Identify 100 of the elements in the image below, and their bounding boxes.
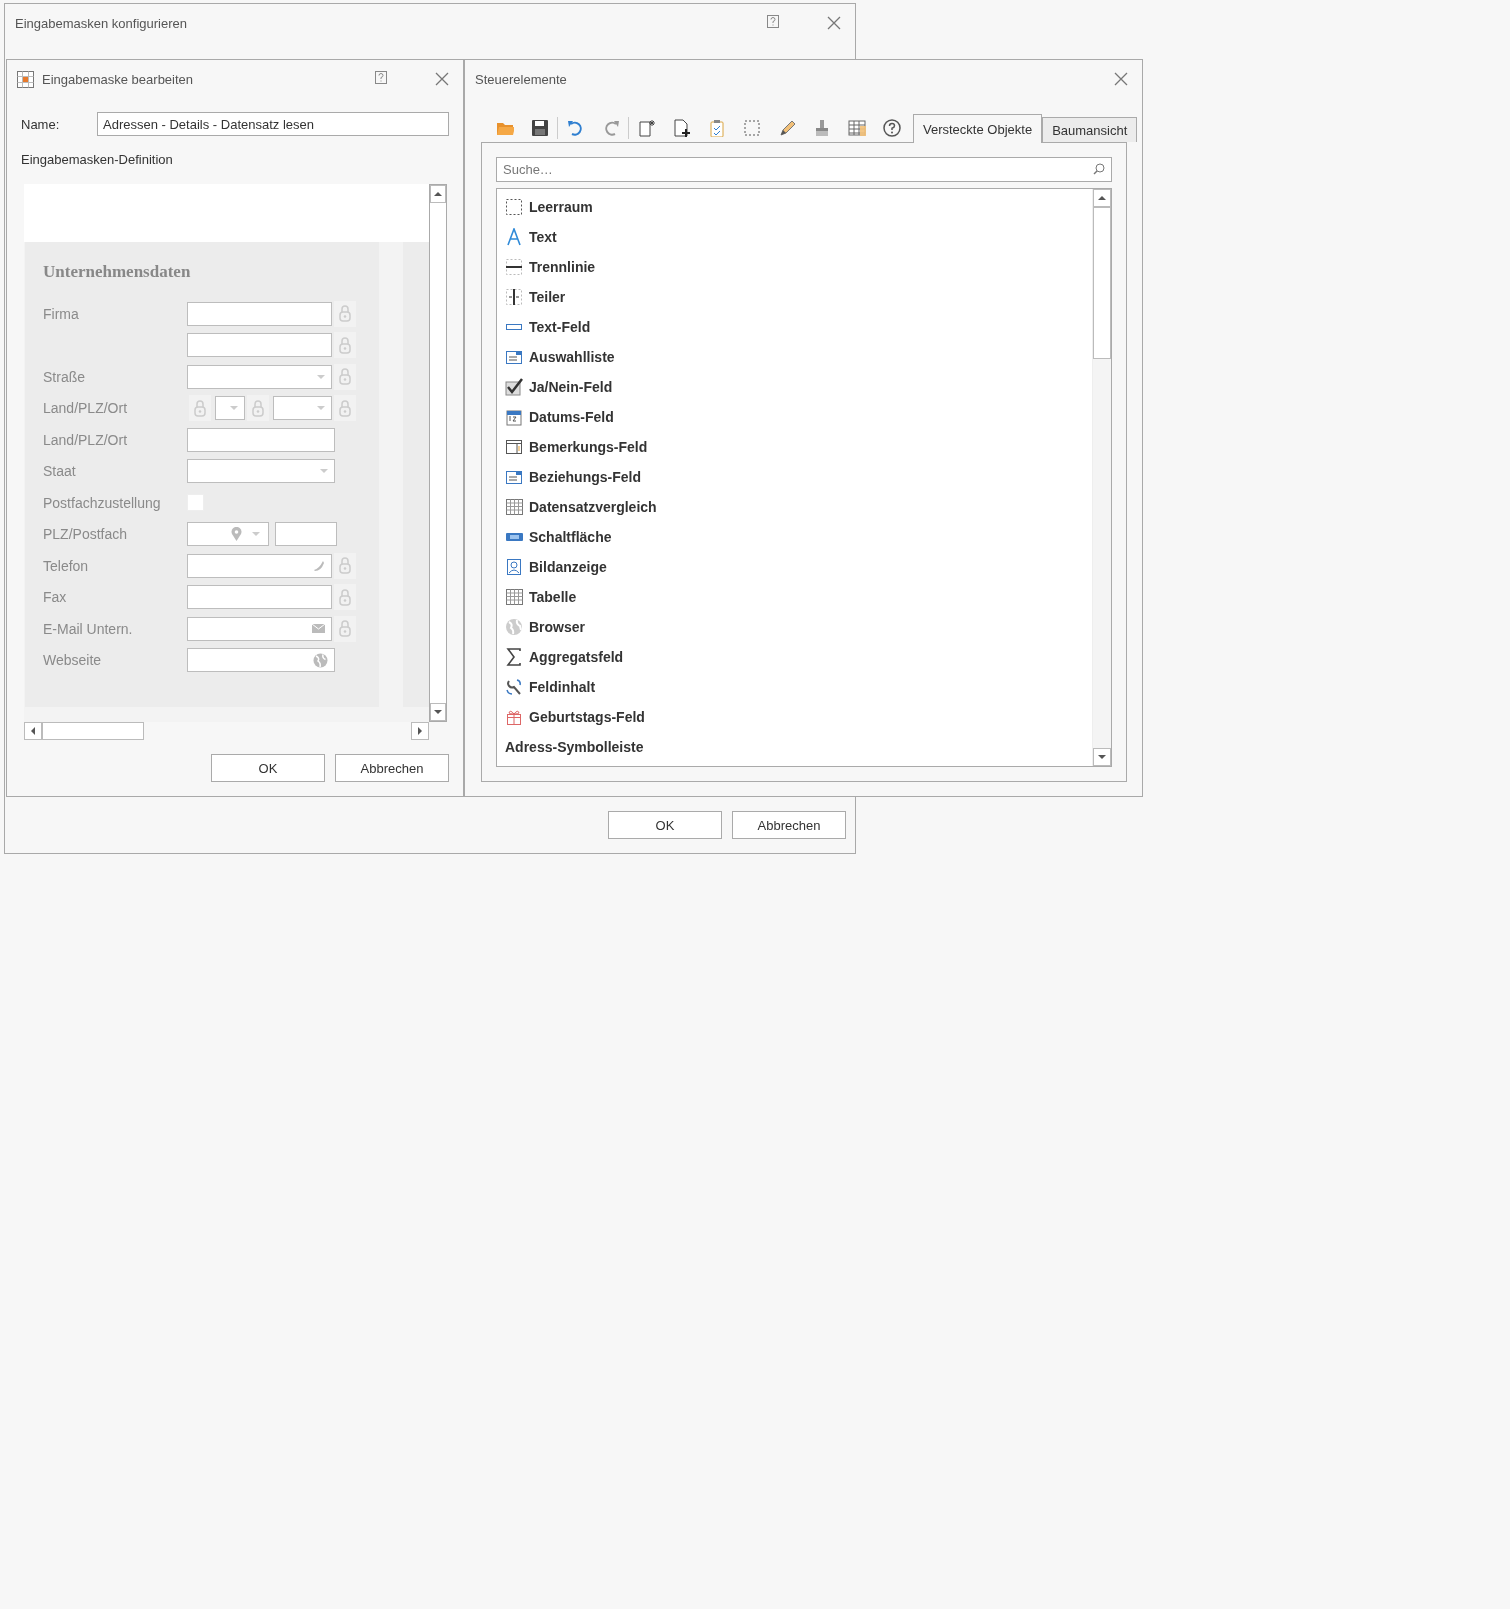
phone-icon — [312, 559, 325, 573]
undo-icon[interactable] — [566, 119, 585, 137]
form-grid-icon — [17, 70, 34, 88]
list-item[interactable]: Datums-Feld — [505, 402, 1092, 432]
list-item[interactable]: Text-Feld — [505, 312, 1092, 342]
dropdown-arrow-icon[interactable] — [252, 532, 260, 537]
email-field[interactable] — [187, 616, 332, 641]
tab[interactable]: Versteckte Objekte — [913, 114, 1043, 143]
scroll-arrow-icon[interactable] — [1098, 196, 1106, 200]
horizontal-scrollbar[interactable] — [24, 722, 429, 740]
dialog-button[interactable]: OK — [211, 754, 325, 782]
section-title: Unternehmensdaten — [43, 261, 192, 283]
dropdown-arrow-icon[interactable] — [230, 406, 238, 411]
list-item[interactable]: Bildanzeige — [505, 552, 1092, 582]
checkbox-icon — [505, 378, 524, 396]
field-label: Postfachzustellung — [43, 494, 162, 511]
list-item[interactable]: Ja/Nein-Feld — [505, 372, 1092, 402]
list-item[interactable]: Schaltfläche — [505, 522, 1092, 552]
website-field[interactable] — [187, 648, 335, 673]
close-icon[interactable] — [1114, 72, 1128, 86]
field-label: Straße — [43, 368, 86, 385]
dropdown-arrow-icon[interactable] — [317, 374, 325, 379]
selection-icon[interactable] — [742, 119, 761, 137]
panel-window-icon — [505, 438, 524, 456]
help-icon[interactable] — [767, 15, 779, 28]
scroll-arrow-icon[interactable] — [434, 192, 442, 196]
close-icon[interactable] — [435, 72, 449, 86]
help-icon[interactable] — [882, 119, 901, 137]
search-field[interactable]: Suche… — [496, 157, 1112, 182]
field-label: Land/PLZ/Ort — [43, 431, 129, 448]
window-title: Eingabemasken konfigurieren — [15, 15, 188, 31]
save-icon[interactable] — [530, 119, 549, 137]
field-label: E-Mail Untern. — [43, 620, 134, 637]
list-item[interactable]: Trennlinie — [505, 252, 1092, 282]
search-icon[interactable] — [1093, 163, 1105, 175]
dropdown-field[interactable] — [273, 396, 332, 421]
field-label: PLZ/Postfach — [43, 526, 129, 543]
pencil-icon[interactable] — [777, 119, 796, 137]
list-item[interactable]: Geburtstags-Feld — [505, 702, 1092, 732]
new-document-icon[interactable] — [637, 119, 656, 137]
list-item[interactable]: Teiler — [505, 282, 1092, 312]
text-field[interactable] — [187, 427, 335, 452]
wrench-icon — [505, 678, 524, 696]
dropdown-field[interactable] — [187, 522, 269, 547]
name-label: Name: — [21, 116, 61, 132]
clipboard-icon[interactable] — [707, 119, 726, 137]
list-item[interactable]: Bemerkungs-Feld — [505, 432, 1092, 462]
splitter-icon — [505, 288, 524, 306]
list-item[interactable]: Beziehungs-Feld — [505, 462, 1092, 492]
dropdown-arrow-icon[interactable] — [320, 469, 328, 474]
list-box-icon — [505, 468, 524, 486]
list-box-icon — [505, 348, 524, 366]
dialog-button[interactable]: Abbrechen — [732, 811, 846, 839]
scroll-arrow-icon[interactable] — [1098, 755, 1106, 759]
group-header[interactable]: Adress-Symbolleiste — [505, 732, 1092, 762]
list-item[interactable]: Datensatzvergleich — [505, 492, 1092, 522]
window-title: Eingabemaske bearbeiten — [42, 71, 195, 87]
list-item[interactable]: Aggregatsfeld — [505, 642, 1092, 672]
text-field[interactable] — [187, 585, 332, 610]
field-label: Firma — [43, 305, 80, 322]
list-item[interactable]: Feldinhalt — [505, 672, 1092, 702]
dropdown-field[interactable] — [187, 459, 335, 484]
portrait-icon — [505, 558, 524, 576]
scroll-arrow-icon[interactable] — [418, 727, 422, 735]
text-field[interactable] — [275, 522, 337, 547]
field-label: Fax — [43, 589, 68, 606]
list-item[interactable]: Auswahlliste — [505, 342, 1092, 372]
letter-a-icon — [505, 228, 524, 246]
scroll-arrow-icon[interactable] — [434, 710, 442, 714]
help-icon[interactable] — [375, 71, 387, 84]
globe-icon — [505, 618, 524, 636]
dropdown-field[interactable] — [187, 364, 332, 389]
add-page-icon[interactable] — [672, 119, 691, 137]
field-label: Webseite — [43, 652, 103, 669]
globe-icon — [313, 652, 328, 668]
list-item[interactable]: Tabelle — [505, 582, 1092, 612]
list-item[interactable]: Browser — [505, 612, 1092, 642]
close-icon[interactable] — [827, 16, 841, 30]
dropdown-arrow-icon[interactable] — [317, 406, 325, 411]
name-field[interactable]: Adressen - Details - Datensatz lesen — [97, 112, 449, 136]
dashed-square-icon — [505, 198, 524, 216]
scroll-arrow-icon[interactable] — [31, 727, 35, 735]
field-label: Land/PLZ/Ort — [43, 400, 129, 417]
table-icon[interactable] — [847, 119, 866, 137]
section-label: Eingabemasken-Definition — [21, 152, 174, 167]
field-label: Staat — [43, 463, 77, 480]
dialog-button[interactable]: OK — [608, 811, 722, 839]
list-item[interactable]: Text — [505, 222, 1092, 252]
gift-icon — [505, 708, 524, 726]
list-item[interactable]: Leerraum — [505, 192, 1092, 222]
vertical-scrollbar[interactable] — [429, 184, 447, 722]
phone-field[interactable] — [187, 553, 332, 578]
tab[interactable]: Baumansicht — [1042, 117, 1138, 142]
dialog-button[interactable]: Abbrechen — [335, 754, 449, 782]
field-label: Telefon — [43, 557, 90, 574]
envelope-icon — [312, 624, 325, 634]
map-pin-icon — [231, 527, 242, 542]
text-field[interactable] — [187, 301, 332, 326]
dropdown-field[interactable] — [215, 396, 245, 421]
text-field[interactable] — [187, 333, 332, 358]
